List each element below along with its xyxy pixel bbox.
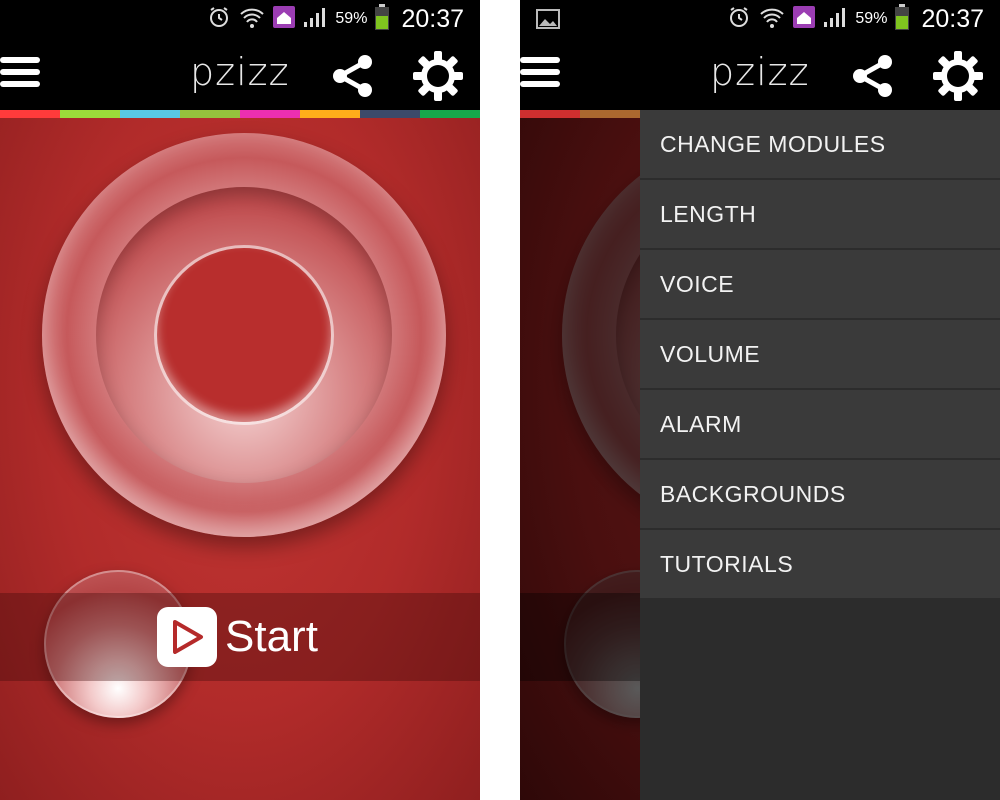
signal-icon [303, 6, 327, 33]
navigation-drawer: CHANGE MODULES LENGTH VOICE VOLUME ALARM… [640, 110, 1000, 800]
drawer-item-length[interactable]: LENGTH [640, 180, 1000, 248]
color-segment [360, 110, 420, 118]
status-bar: 59% 20:37 [520, 0, 1000, 38]
image-icon [536, 9, 560, 34]
drawer-item-label: VOLUME [660, 340, 761, 367]
color-segment [0, 110, 60, 118]
color-segment [240, 110, 300, 118]
play-icon [157, 607, 217, 667]
share-icon[interactable] [850, 54, 896, 98]
drawer-item-tutorials[interactable]: TUTORIALS [640, 530, 1000, 598]
app-logo: pzizz [710, 50, 810, 94]
alarm-icon [207, 5, 231, 34]
color-segment [420, 110, 480, 118]
gear-icon[interactable] [932, 50, 984, 102]
clock: 20:37 [921, 4, 984, 33]
app-bar: pzizz [0, 38, 480, 110]
color-segment [300, 110, 360, 118]
clock: 20:37 [401, 4, 464, 33]
hamburger-menu-icon[interactable] [520, 54, 564, 94]
status-bar: 59% 20:37 [0, 0, 480, 38]
drawer-item-volume[interactable]: VOLUME [640, 320, 1000, 388]
drawer-item-label: VOICE [660, 270, 735, 297]
start-button[interactable]: Start [157, 607, 318, 667]
color-segment [60, 110, 120, 118]
battery-percent: 59% [855, 10, 888, 27]
drawer-item-label: LENGTH [660, 200, 757, 227]
sleep-dial-center [157, 248, 331, 422]
battery-icon [895, 3, 910, 35]
wifi-icon [759, 5, 785, 34]
phone-screen-main: 59% 20:37 pzizz Start [0, 0, 480, 800]
drawer-item-label: BACKGROUNDS [660, 480, 846, 507]
drawer-item-backgrounds[interactable]: BACKGROUNDS [640, 460, 1000, 528]
color-strip [0, 110, 480, 118]
color-segment [120, 110, 180, 118]
drawer-item-change-modules[interactable]: CHANGE MODULES [640, 110, 1000, 178]
app-logo: pzizz [190, 50, 290, 94]
battery-percent: 59% [335, 10, 368, 27]
home-notification-icon [793, 5, 816, 33]
drawer-item-label: ALARM [660, 410, 742, 437]
alarm-icon [727, 5, 751, 34]
color-segment [180, 110, 240, 118]
share-icon[interactable] [330, 54, 376, 98]
drawer-item-label: TUTORIALS [660, 550, 794, 577]
drawer-item-label: CHANGE MODULES [660, 130, 886, 157]
drawer-item-alarm[interactable]: ALARM [640, 390, 1000, 458]
phone-screen-menu-open: 59% 20:37 pzizz CHANGE MODULES LENGTH VO… [520, 0, 1000, 800]
color-segment [520, 110, 580, 118]
battery-icon [375, 3, 390, 35]
start-label: Start [225, 612, 318, 661]
hamburger-menu-icon[interactable] [0, 54, 44, 94]
wifi-icon [239, 5, 265, 34]
gear-icon[interactable] [412, 50, 464, 102]
color-segment [580, 110, 640, 118]
drawer-item-voice[interactable]: VOICE [640, 250, 1000, 318]
app-bar: pzizz [520, 38, 1000, 110]
home-notification-icon [273, 5, 296, 33]
signal-icon [823, 6, 847, 33]
